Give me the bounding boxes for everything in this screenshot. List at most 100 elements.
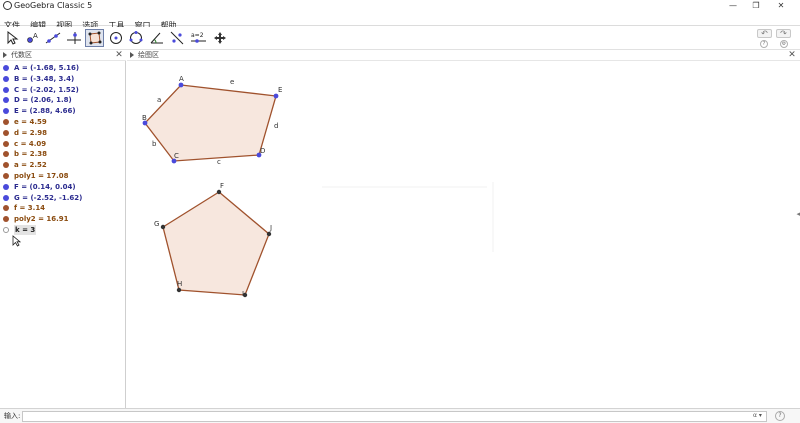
line-icon bbox=[45, 32, 60, 44]
tool-move-view[interactable] bbox=[210, 29, 229, 47]
algebra-item-text[interactable]: k = 3 bbox=[14, 224, 37, 235]
visibility-toggle-icon[interactable] bbox=[3, 194, 9, 201]
redo-button[interactable]: ↷ bbox=[776, 29, 791, 38]
polygon-poly1[interactable] bbox=[144, 84, 277, 162]
graphics-view-header[interactable]: 绘图区 ✕ bbox=[127, 50, 800, 61]
algebra-item-text[interactable]: E = (2.88, 4.66) bbox=[14, 106, 76, 116]
tool-circle[interactable] bbox=[106, 29, 125, 47]
tool-point[interactable]: A bbox=[23, 29, 42, 47]
algebra-item[interactable]: b = 2.38 bbox=[0, 149, 125, 160]
algebra-item-text[interactable]: A = (-1.68, 5.16) bbox=[14, 63, 79, 73]
algebra-view-header[interactable]: 代数区 ✕ bbox=[0, 50, 126, 61]
visibility-toggle-icon[interactable] bbox=[3, 86, 9, 93]
point-label: B bbox=[142, 114, 147, 122]
point-icon: A bbox=[26, 32, 38, 43]
algebra-item[interactable]: G = (-2.52, -1.62) bbox=[0, 193, 125, 204]
minimize-button[interactable]: — bbox=[724, 0, 742, 12]
algebra-item-text[interactable]: a = 2.52 bbox=[14, 160, 47, 170]
algebra-item[interactable]: f = 3.14 bbox=[0, 203, 125, 214]
point-A[interactable] bbox=[178, 82, 184, 88]
settings-gear-button[interactable]: ⚙ bbox=[780, 40, 788, 48]
tool-polygon[interactable] bbox=[85, 29, 104, 47]
mouse-cursor-icon bbox=[12, 235, 21, 247]
visibility-toggle-icon[interactable] bbox=[3, 151, 9, 158]
algebra-item[interactable]: B = (-3.48, 3.4) bbox=[0, 74, 125, 85]
geogebra-logo-icon bbox=[3, 1, 12, 10]
tool-move[interactable] bbox=[2, 29, 21, 47]
slider-icon: a=2 bbox=[190, 32, 206, 43]
visibility-toggle-icon[interactable] bbox=[3, 129, 9, 136]
tool-reflect[interactable] bbox=[168, 29, 187, 47]
algebra-item-text[interactable]: b = 2.38 bbox=[14, 149, 47, 159]
input-label: 输入: bbox=[4, 412, 21, 420]
algebra-item[interactable]: poly2 = 16.91 bbox=[0, 214, 125, 225]
visibility-toggle-icon[interactable] bbox=[3, 108, 9, 115]
point-F[interactable] bbox=[216, 189, 222, 195]
algebra-item-text[interactable]: c = 4.09 bbox=[14, 139, 46, 149]
visibility-toggle-icon[interactable] bbox=[3, 205, 9, 212]
visibility-toggle-icon[interactable] bbox=[3, 140, 9, 147]
visibility-toggle-icon[interactable] bbox=[3, 97, 9, 104]
point-label: A bbox=[179, 75, 184, 83]
segment-label: c bbox=[217, 158, 221, 166]
algebra-item[interactable]: E = (2.88, 4.66) bbox=[0, 106, 125, 117]
point-J[interactable] bbox=[266, 231, 272, 237]
algebra-item-text[interactable]: poly1 = 17.08 bbox=[14, 171, 69, 181]
input-field[interactable] bbox=[22, 411, 767, 422]
algebra-item-text[interactable]: e = 4.59 bbox=[14, 117, 47, 127]
visibility-toggle-icon[interactable] bbox=[3, 65, 9, 71]
input-help-button[interactable]: ? bbox=[775, 411, 785, 421]
graphics-view[interactable]: 绘图区 ✕ A E D C B F J I H Ge d c b a ◂ bbox=[127, 50, 800, 408]
close-window-button[interactable]: ✕ bbox=[772, 0, 790, 12]
algebra-close-button[interactable]: ✕ bbox=[114, 50, 124, 60]
algebra-item-text[interactable]: poly2 = 16.91 bbox=[14, 214, 69, 224]
algebra-item-text[interactable]: f = 3.14 bbox=[14, 203, 45, 213]
algebra-item[interactable]: C = (-2.02, 1.52) bbox=[0, 85, 125, 96]
algebra-item[interactable]: poly1 = 17.08 bbox=[0, 171, 125, 182]
visibility-toggle-icon[interactable] bbox=[3, 172, 9, 179]
algebra-item[interactable]: D = (2.06, 1.8) bbox=[0, 95, 125, 106]
point-label: D bbox=[260, 147, 265, 155]
visibility-toggle-icon[interactable] bbox=[3, 216, 9, 223]
algebra-item-text[interactable]: F = (0.14, 0.04) bbox=[14, 182, 76, 192]
visibility-toggle-icon[interactable] bbox=[3, 75, 9, 82]
visibility-toggle-icon[interactable] bbox=[3, 162, 9, 169]
algebra-item-text[interactable]: C = (-2.02, 1.52) bbox=[14, 85, 79, 95]
algebra-item-text[interactable]: D = (2.06, 1.8) bbox=[14, 95, 72, 105]
algebra-view: 代数区 ✕ A = (-1.68, 5.16) B = (-3.48, 3.4) C… bbox=[0, 50, 126, 408]
algebra-item-text[interactable]: B = (-3.48, 3.4) bbox=[14, 74, 74, 84]
tool-perpendicular[interactable] bbox=[64, 29, 83, 47]
collapse-triangle-icon[interactable] bbox=[3, 52, 7, 58]
symbol-picker-button[interactable]: α ▾ bbox=[753, 412, 762, 419]
toolbar-help-button[interactable]: ? bbox=[760, 40, 768, 48]
algebra-item-text[interactable]: d = 2.98 bbox=[14, 128, 47, 138]
visibility-toggle-icon[interactable] bbox=[3, 226, 9, 233]
tool-line[interactable] bbox=[43, 29, 62, 47]
svg-text:a=2: a=2 bbox=[191, 32, 204, 39]
tool-circle-three-points[interactable] bbox=[126, 29, 145, 47]
drawing-canvas[interactable]: A E D C B F J I H Ge d c b a bbox=[127, 62, 800, 408]
undo-button[interactable]: ↶ bbox=[757, 29, 772, 38]
algebra-item[interactable]: e = 4.59 bbox=[0, 117, 125, 128]
point-H[interactable] bbox=[176, 287, 182, 293]
algebra-item[interactable]: a = 2.52 bbox=[0, 160, 125, 171]
visibility-toggle-icon[interactable] bbox=[3, 183, 9, 190]
maximize-button[interactable]: ❐ bbox=[747, 0, 765, 12]
visibility-toggle-icon[interactable] bbox=[3, 118, 9, 125]
collapse-triangle-icon[interactable] bbox=[130, 52, 134, 58]
tool-angle[interactable] bbox=[147, 29, 166, 47]
reflect-icon bbox=[170, 31, 183, 45]
algebra-item-text[interactable]: G = (-2.52, -1.62) bbox=[14, 193, 82, 203]
tool-slider[interactable]: a=2 bbox=[189, 29, 208, 47]
point-label: C bbox=[174, 152, 179, 160]
algebra-item[interactable]: d = 2.98 bbox=[0, 128, 125, 139]
point-E[interactable] bbox=[273, 93, 279, 99]
point-G[interactable] bbox=[160, 224, 166, 230]
algebra-item[interactable]: A = (-1.68, 5.16) bbox=[0, 63, 125, 74]
algebra-item[interactable]: F = (0.14, 0.04) bbox=[0, 182, 125, 193]
side-collapse-arrow-icon[interactable]: ◂ bbox=[796, 210, 800, 218]
algebra-item[interactable]: c = 4.09 bbox=[0, 139, 125, 150]
window-title: GeoGebra Classic 5 bbox=[14, 1, 93, 10]
graphics-close-button[interactable]: ✕ bbox=[787, 50, 797, 60]
geogebra-window: GeoGebra Classic 5 — ❐ ✕ 文件 编辑 视图 选项 工具 … bbox=[0, 0, 800, 423]
